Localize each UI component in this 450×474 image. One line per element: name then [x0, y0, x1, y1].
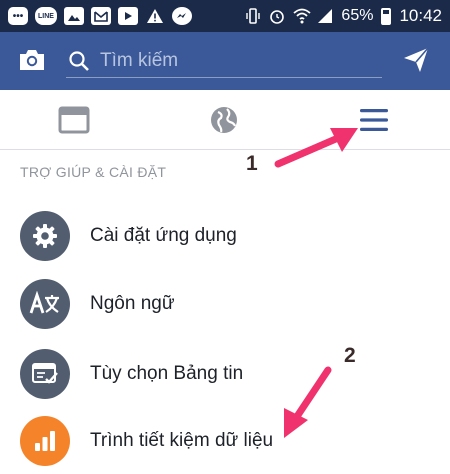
dots-icon: ••• — [8, 7, 28, 25]
menu-icon[interactable] — [356, 102, 392, 138]
search-placeholder: Tìm kiếm — [100, 49, 179, 71]
play-icon — [118, 7, 138, 25]
globe-icon[interactable] — [206, 102, 242, 138]
send-icon[interactable] — [402, 46, 430, 74]
translate-icon — [20, 279, 70, 329]
tab-bar — [0, 90, 450, 150]
wifi-icon — [293, 8, 312, 24]
list-item-data-saver[interactable]: Trình tiết kiệm dữ liệu — [0, 408, 450, 474]
list-item-label: Trình tiết kiệm dữ liệu — [90, 430, 274, 451]
list-item-label: Tùy chọn Bảng tin — [90, 363, 244, 384]
status-bar: ••• LINE 65% 10:42 — [0, 0, 450, 32]
list-item-feed-preferences[interactable]: Tùy chọn Bảng tin — [0, 341, 450, 407]
annotation-number-1: 1 — [246, 152, 258, 175]
clock: 10:42 — [399, 6, 442, 25]
list-item-label: Ngôn ngữ — [90, 293, 175, 314]
battery-percent: 65% — [341, 7, 374, 24]
warning-icon — [145, 7, 165, 25]
messenger-icon — [172, 7, 192, 25]
annotation-number-2: 2 — [344, 344, 356, 367]
search-icon — [68, 50, 90, 72]
vibrate-icon — [245, 8, 261, 24]
battery-icon — [381, 7, 392, 25]
alarm-icon — [269, 8, 285, 24]
feed-icon[interactable] — [56, 102, 92, 138]
feed-preferences-icon — [20, 349, 70, 399]
image-icon — [64, 7, 84, 25]
list-item-language[interactable]: Ngôn ngữ — [0, 271, 450, 337]
search-input[interactable]: Tìm kiếm — [66, 44, 382, 78]
top-bar: Tìm kiếm — [0, 32, 450, 90]
list-item-app-settings[interactable]: Cài đặt ứng dụng — [0, 203, 450, 269]
signal-icon — [317, 8, 333, 24]
camera-icon[interactable] — [18, 48, 46, 72]
data-saver-icon — [20, 416, 70, 466]
gear-icon — [20, 211, 70, 261]
list-item-label: Cài đặt ứng dụng — [90, 225, 237, 246]
section-title: TRỢ GIÚP & CÀI ĐẶT — [20, 164, 167, 180]
line-app-icon: LINE — [35, 7, 57, 25]
mail-icon — [91, 7, 111, 25]
